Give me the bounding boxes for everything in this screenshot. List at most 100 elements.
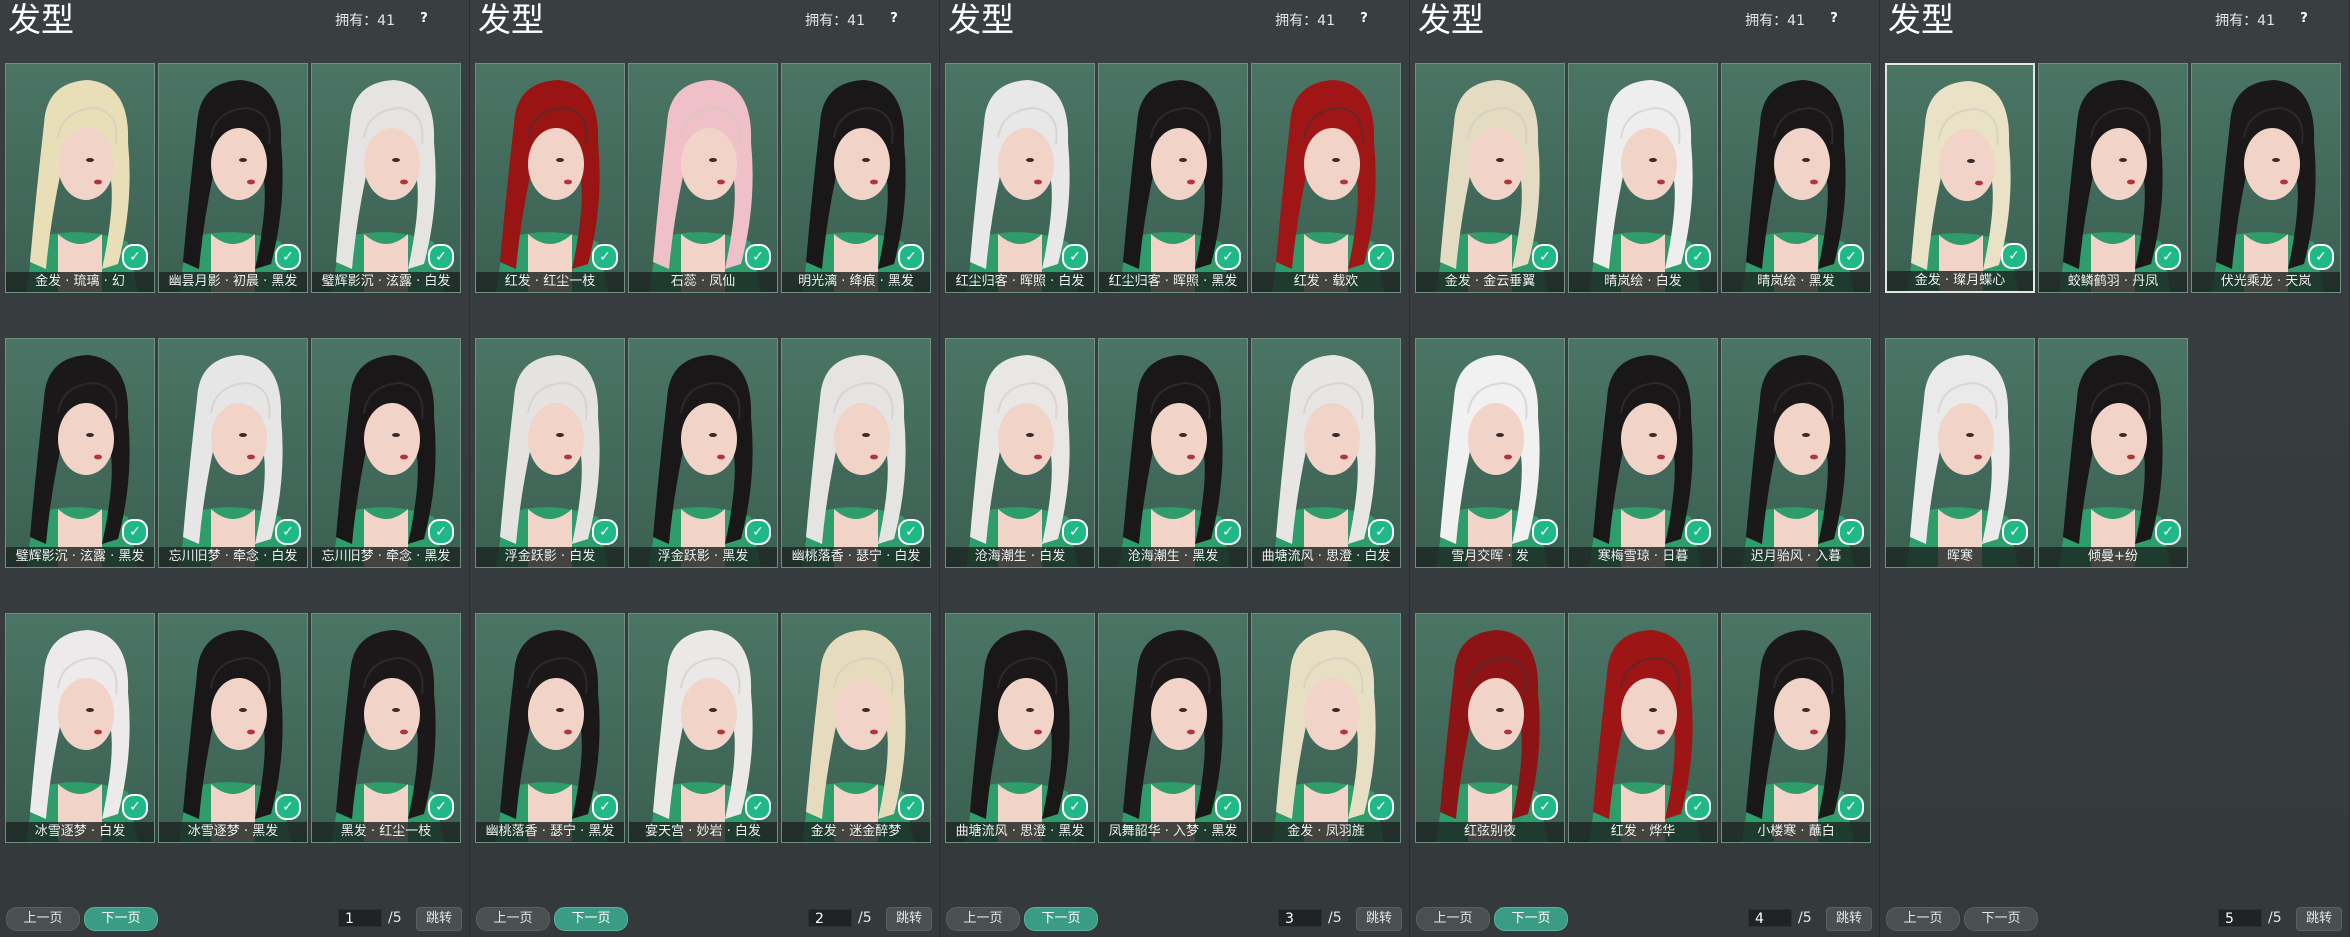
checkmark-badge-icon: ✓ (2155, 244, 2181, 270)
hairstyle-card[interactable]: ✓ 晴岚绘 · 黑发 (1721, 63, 1871, 293)
jump-button[interactable]: 跳转 (1356, 907, 1402, 931)
hairstyle-card[interactable]: ✓ 红发 · 载欢 (1251, 63, 1401, 293)
hairstyle-card[interactable]: ✓ 曲塘流风 · 思澄 · 黑发 (945, 613, 1095, 843)
hairstyle-name: 凤舞韶华 · 入梦 · 黑发 (1099, 822, 1247, 842)
hairstyle-card[interactable]: ✓ 红尘归客 · 晖照 · 白发 (945, 63, 1095, 293)
hairstyle-card[interactable]: ✓ 晖寒 (1885, 338, 2035, 568)
prev-page-button[interactable]: 上一页 (476, 907, 550, 931)
hairstyle-card[interactable]: ✓ 璧辉影沉 · 泫露 · 黑发 (5, 338, 155, 568)
hairstyle-name: 冰雪逐梦 · 黑发 (159, 822, 307, 842)
hairstyle-card[interactable]: ✓ 沧海潮生 · 白发 (945, 338, 1095, 568)
prev-page-button[interactable]: 上一页 (1416, 907, 1490, 931)
owned-count: 拥有：41 (1745, 13, 1805, 29)
hairstyle-card[interactable]: ✓ 凤舞韶华 · 入梦 · 黑发 (1098, 613, 1248, 843)
prev-page-button[interactable]: 上一页 (6, 907, 80, 931)
hairstyle-card[interactable]: ✓ 雪月交晖 · 发 (1415, 338, 1565, 568)
hairstyle-name: 金发 · 琉璃 · 幻 (6, 272, 154, 292)
hairstyle-card[interactable]: ✓ 幽桃落香 · 瑟宁 · 白发 (781, 338, 931, 568)
jump-button[interactable]: 跳转 (886, 907, 932, 931)
hairstyle-card[interactable]: ✓ 金发 · 璨月蝶心 (1885, 63, 2035, 293)
pagination: 上一页 下一页 3/5 跳转 (946, 907, 1406, 931)
owned-count: 拥有：41 (335, 13, 395, 29)
hairstyle-name: 曲塘流风 · 思澄 · 黑发 (946, 822, 1094, 842)
checkmark-badge-icon: ✓ (898, 244, 924, 270)
hairstyle-name: 幽昙月影 · 初晨 · 黑发 (159, 272, 307, 292)
checkmark-badge-icon: ✓ (898, 519, 924, 545)
hairstyle-card[interactable]: ✓ 幽桃落香 · 瑟宁 · 黑发 (475, 613, 625, 843)
hairstyle-card[interactable]: ✓ 忘川旧梦 · 牵念 · 白发 (158, 338, 308, 568)
checkmark-badge-icon: ✓ (592, 519, 618, 545)
hairstyle-panel: 发型 拥有：41? ✓ 红发 · 红尘一枝 ✓ 石蕊 · 凤仙 ✓ 明光漓 · … (470, 0, 940, 937)
hairstyle-name: 晖寒 (1886, 547, 2034, 567)
hairstyle-name: 黑发 · 红尘一枝 (312, 822, 460, 842)
page-number-input[interactable]: 3 (1278, 909, 1322, 927)
question-icon[interactable]: ? (415, 10, 433, 28)
prev-page-button[interactable]: 上一页 (1886, 907, 1960, 931)
checkmark-badge-icon: ✓ (1685, 519, 1711, 545)
hairstyle-card[interactable]: ✓ 伏光乘龙 · 天岚 (2191, 63, 2341, 293)
page-number-input[interactable]: 1 (338, 909, 382, 927)
checkmark-badge-icon: ✓ (2155, 519, 2181, 545)
hairstyle-name: 冰雪逐梦 · 白发 (6, 822, 154, 842)
owned-count: 拥有：41 (2215, 13, 2275, 29)
hairstyle-card[interactable]: ✓ 璧辉影沉 · 泫露 · 白发 (311, 63, 461, 293)
hairstyle-card[interactable]: ✓ 蛟鳞鹤羽 · 丹凤 (2038, 63, 2188, 293)
hairstyle-name: 沧海潮生 · 白发 (946, 547, 1094, 567)
hairstyle-card[interactable]: ✓ 幽昙月影 · 初晨 · 黑发 (158, 63, 308, 293)
page-number-input[interactable]: 5 (2218, 909, 2262, 927)
next-page-button[interactable]: 下一页 (1494, 907, 1568, 931)
question-icon[interactable]: ? (885, 10, 903, 28)
hairstyle-name: 浮金跃影 · 黑发 (629, 547, 777, 567)
hairstyle-card[interactable]: ✓ 宴天宫 · 妙岩 · 白发 (628, 613, 778, 843)
prev-page-button[interactable]: 上一页 (946, 907, 1020, 931)
checkmark-badge-icon: ✓ (1368, 519, 1394, 545)
hairstyle-card[interactable]: ✓ 浮金跃影 · 白发 (475, 338, 625, 568)
hairstyle-card[interactable]: ✓ 倾曼+纷 (2038, 338, 2188, 568)
hairstyle-card[interactable]: ✓ 寒梅雪琼 · 日暮 (1568, 338, 1718, 568)
hairstyle-card[interactable]: ✓ 金发 · 迷金醉梦 (781, 613, 931, 843)
checkmark-badge-icon: ✓ (2002, 519, 2028, 545)
checkmark-badge-icon: ✓ (1368, 794, 1394, 820)
hairstyle-name: 沧海潮生 · 黑发 (1099, 547, 1247, 567)
next-page-button[interactable]: 下一页 (1024, 907, 1098, 931)
hairstyle-card[interactable]: ✓ 沧海潮生 · 黑发 (1098, 338, 1248, 568)
hairstyle-name: 金发 · 璨月蝶心 (1887, 271, 2033, 291)
page-number-input[interactable]: 2 (808, 909, 852, 927)
hairstyle-card[interactable]: ✓ 冰雪逐梦 · 黑发 (158, 613, 308, 843)
hairstyle-card[interactable]: ✓ 小楼寒 · 蘸白 (1721, 613, 1871, 843)
hairstyle-card[interactable]: ✓ 红发 · 烨华 (1568, 613, 1718, 843)
question-icon[interactable]: ? (1825, 10, 1843, 28)
checkmark-badge-icon: ✓ (2308, 244, 2334, 270)
next-page-button[interactable]: 下一页 (1964, 907, 2038, 931)
hairstyle-card[interactable]: ✓ 石蕊 · 凤仙 (628, 63, 778, 293)
hairstyle-card[interactable]: ✓ 浮金跃影 · 黑发 (628, 338, 778, 568)
hairstyle-card[interactable]: ✓ 红弦别夜 (1415, 613, 1565, 843)
jump-button[interactable]: 跳转 (416, 907, 462, 931)
hairstyle-card[interactable]: ✓ 明光漓 · 绛痕 · 黑发 (781, 63, 931, 293)
hairstyle-card[interactable]: ✓ 红发 · 红尘一枝 (475, 63, 625, 293)
question-icon[interactable]: ? (2295, 10, 2313, 28)
hairstyle-card[interactable]: ✓ 黑发 · 红尘一枝 (311, 613, 461, 843)
hairstyle-grid: ✓ 红发 · 红尘一枝 ✓ 石蕊 · 凤仙 ✓ 明光漓 · 绛痕 · 黑发 ✓ … (475, 63, 931, 843)
checkmark-badge-icon: ✓ (122, 519, 148, 545)
hairstyle-card[interactable]: ✓ 晴岚绘 · 白发 (1568, 63, 1718, 293)
hairstyle-card[interactable]: ✓ 忘川旧梦 · 牵念 · 黑发 (311, 338, 461, 568)
hairstyle-card[interactable]: ✓ 金发 · 琉璃 · 幻 (5, 63, 155, 293)
page-number-input[interactable]: 4 (1748, 909, 1792, 927)
hairstyle-card[interactable]: ✓ 迟月骀风 · 入暮 (1721, 338, 1871, 568)
hairstyle-card[interactable]: ✓ 金发 · 凤羽旌 (1251, 613, 1401, 843)
question-icon[interactable]: ? (1355, 10, 1373, 28)
hairstyle-name: 伏光乘龙 · 天岚 (2192, 272, 2340, 292)
hairstyle-name: 石蕊 · 凤仙 (629, 272, 777, 292)
hairstyle-name: 迟月骀风 · 入暮 (1722, 547, 1870, 567)
panel-title: 发型 (1418, 0, 1484, 39)
next-page-button[interactable]: 下一页 (84, 907, 158, 931)
hairstyle-card[interactable]: ✓ 红尘归客 · 晖照 · 黑发 (1098, 63, 1248, 293)
jump-button[interactable]: 跳转 (1826, 907, 1872, 931)
next-page-button[interactable]: 下一页 (554, 907, 628, 931)
hairstyle-card[interactable]: ✓ 曲塘流风 · 思澄 · 白发 (1251, 338, 1401, 568)
jump-button[interactable]: 跳转 (2296, 907, 2342, 931)
hairstyle-card[interactable]: ✓ 冰雪逐梦 · 白发 (5, 613, 155, 843)
checkmark-badge-icon: ✓ (898, 794, 924, 820)
hairstyle-card[interactable]: ✓ 金发 · 金云垂翼 (1415, 63, 1565, 293)
